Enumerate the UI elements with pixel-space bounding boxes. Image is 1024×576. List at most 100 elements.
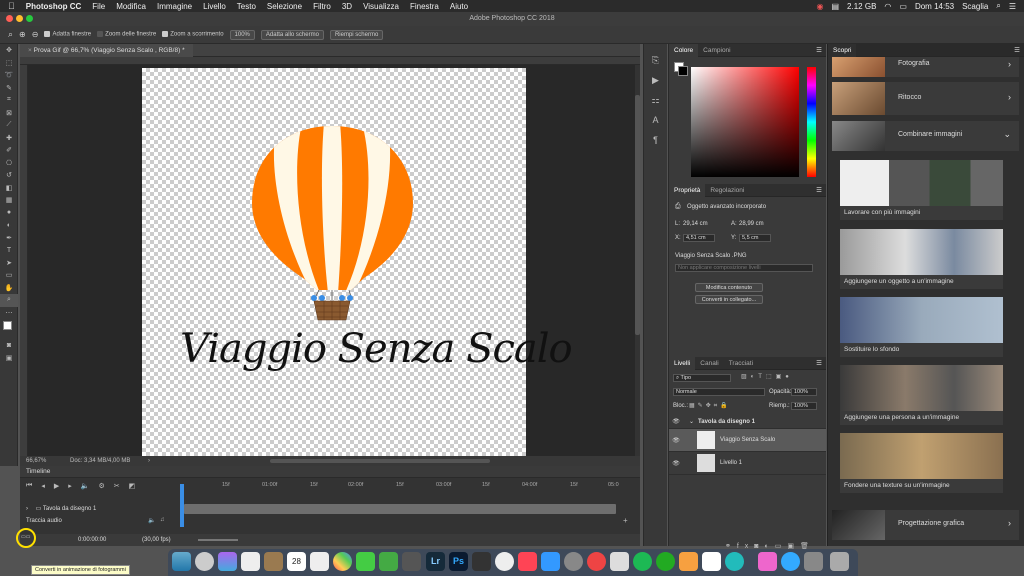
convert-to-linked-button[interactable]: Converti in collegato... [695, 295, 763, 304]
clock[interactable]: Dom 14:53 [915, 2, 954, 11]
app-menu[interactable]: Photoshop CC [26, 2, 82, 11]
prev-frame-icon[interactable]: ◂ [41, 482, 45, 490]
canvas-horizontal-scrollbar[interactable] [270, 459, 490, 463]
fit-screen-button[interactable]: Adatta allo schermo [260, 29, 324, 40]
visibility-eye-icon[interactable]: 👁 [669, 418, 683, 425]
tab-campioni[interactable]: Campioni [698, 44, 735, 57]
music-icon[interactable] [518, 552, 537, 571]
layer-name[interactable]: Livello 1 [720, 460, 742, 466]
timeline-group-name[interactable]: Tavola da disegno 1 [43, 506, 96, 512]
tab-livelli[interactable]: Livelli [669, 356, 696, 370]
zoom-100-button[interactable]: 100% [229, 29, 255, 40]
finder-icon[interactable] [172, 552, 191, 571]
opacity-field[interactable]: 100% [791, 388, 817, 396]
y-field[interactable]: 5,5 cm [739, 234, 771, 242]
stamp-tool-icon[interactable]: ⎔ [0, 157, 18, 170]
minimize-window-button[interactable] [16, 15, 23, 22]
menu-finestra[interactable]: Finestra [410, 2, 439, 11]
tutorial-card[interactable]: Fondere una texture su un'immagine [840, 433, 1003, 493]
screen-mode-icon[interactable]: ▣ [0, 352, 18, 365]
background-color-swatch[interactable] [678, 66, 688, 76]
zoom-window-button[interactable] [26, 15, 33, 22]
lock-icons[interactable]: ▦✎✥⌗🔒 [689, 402, 731, 410]
menu-visualizza[interactable]: Visualizza [363, 2, 399, 11]
siri-icon[interactable] [218, 552, 237, 571]
launchpad-icon[interactable] [195, 552, 214, 571]
downloads-folder-icon[interactable] [758, 552, 777, 571]
zoom-all-option[interactable]: Zoom delle finestre [97, 31, 156, 38]
tab-scopri[interactable]: Scopri [828, 43, 857, 57]
audio-note-icon[interactable]: ♫ [160, 517, 165, 523]
hand-tool-icon[interactable]: ✋ [0, 282, 18, 295]
eyedropper-tool-icon[interactable]: ⟋ [0, 119, 18, 132]
canvas-vertical-scrollbar[interactable] [635, 65, 640, 456]
settings-icon[interactable]: ⚙ [98, 482, 104, 490]
audio-mute-icon[interactable]: 🔈 [148, 517, 155, 524]
messages-icon[interactable] [356, 552, 375, 571]
gradient-tool-icon[interactable]: ▦ [0, 194, 18, 207]
menu-testo[interactable]: Testo [237, 2, 256, 11]
layer-filter-icons[interactable]: ▨◐T⬚▣● [741, 373, 793, 380]
frame-tool-icon[interactable]: ⊠ [0, 107, 18, 120]
zoom-tool-icon[interactable]: ⌕ [8, 29, 13, 40]
calendar-icon[interactable]: 28 [287, 552, 306, 571]
photoshop-icon[interactable]: Ps [449, 552, 468, 571]
zoom-slider[interactable] [198, 539, 238, 541]
horizontal-ruler[interactable] [20, 57, 640, 65]
user-name[interactable]: Scaglia [962, 2, 988, 11]
audio-icon[interactable]: 🔈 [81, 482, 90, 490]
search-icon[interactable]: ⌕ [996, 1, 1000, 11]
pen-tool-icon[interactable]: ✒ [0, 232, 18, 245]
first-frame-icon[interactable]: ⏮ [26, 482, 32, 490]
tutorial-card[interactable]: Sostituire lo sfondo [840, 297, 1003, 357]
adobe-cc-icon[interactable]: ◉ [817, 2, 824, 11]
actions-panel-icon[interactable]: ▶ [644, 70, 667, 90]
marquee-tool-icon[interactable]: ⬚ [0, 57, 18, 70]
close-window-button[interactable] [6, 15, 13, 22]
layer-name[interactable]: Tavola da disegno 1 [698, 419, 755, 425]
panel-menu-icon[interactable]: ☰ [816, 186, 826, 194]
healing-tool-icon[interactable]: ✚ [0, 132, 18, 145]
chrome-icon[interactable] [241, 552, 260, 571]
arduino-icon[interactable] [725, 552, 744, 571]
menu-modifica[interactable]: Modifica [116, 2, 146, 11]
tab-colore[interactable]: Colore [669, 43, 699, 57]
more-tools-icon[interactable]: ⋯ [0, 307, 18, 320]
brush-tool-icon[interactable]: ✐ [0, 144, 18, 157]
tab-proprieta[interactable]: Proprietà [669, 183, 706, 197]
transition-icon[interactable]: ◩ [129, 482, 136, 490]
convert-frames-icon[interactable]: ▭▭ [21, 534, 31, 542]
menu-livello[interactable]: Livello [203, 2, 226, 11]
timeline-clip[interactable] [184, 504, 616, 514]
document-tab[interactable]: × Prova Gif @ 66,7% (Viaggio Senza Scalo… [20, 44, 193, 57]
panel-menu-icon[interactable]: ☰ [816, 359, 826, 367]
app-icon[interactable] [495, 552, 514, 571]
quick-select-tool-icon[interactable]: ✎ [0, 82, 18, 95]
system-preferences-icon[interactable] [564, 552, 583, 571]
memory-icon[interactable]: ▤ [831, 2, 839, 11]
preview-icon[interactable] [610, 552, 629, 571]
artboard-canvas[interactable]: Viaggio Senza Scalo [142, 68, 573, 456]
x-field[interactable]: 4,51 cm [683, 234, 715, 242]
discover-item[interactable]: Ritocco › [832, 82, 1019, 115]
app-store-icon[interactable] [541, 552, 560, 571]
move-tool-icon[interactable]: ✥ [0, 44, 18, 57]
crop-tool-icon[interactable]: ⌗ [0, 94, 18, 107]
zoom-tool-icon[interactable]: ⌕ [0, 294, 18, 307]
blur-tool-icon[interactable]: ● [0, 207, 18, 220]
trash-icon[interactable] [830, 552, 849, 571]
blend-mode-select[interactable]: Normale [673, 388, 765, 396]
layer-row[interactable]: 👁 ⌄ Tavola da disegno 1 [669, 415, 826, 429]
folder-icon[interactable] [804, 552, 823, 571]
chrome-icon-alt[interactable] [587, 552, 606, 571]
status-menu-icon[interactable]: › [148, 456, 150, 466]
zoom-out-icon[interactable]: ⊖ [32, 30, 39, 39]
play-icon[interactable]: ▶ [54, 482, 59, 490]
audio-track-label[interactable]: Traccia audio [26, 518, 62, 524]
layer-row[interactable]: 👁 Livello 1 [669, 452, 826, 475]
width-value[interactable]: 29,14 cm [683, 221, 708, 227]
color-field[interactable] [691, 67, 799, 177]
dodge-tool-icon[interactable]: ◐ [0, 219, 18, 232]
discover-item[interactable]: Fotografia › [832, 57, 1019, 77]
zoom-in-icon[interactable]: ⊕ [19, 30, 26, 39]
